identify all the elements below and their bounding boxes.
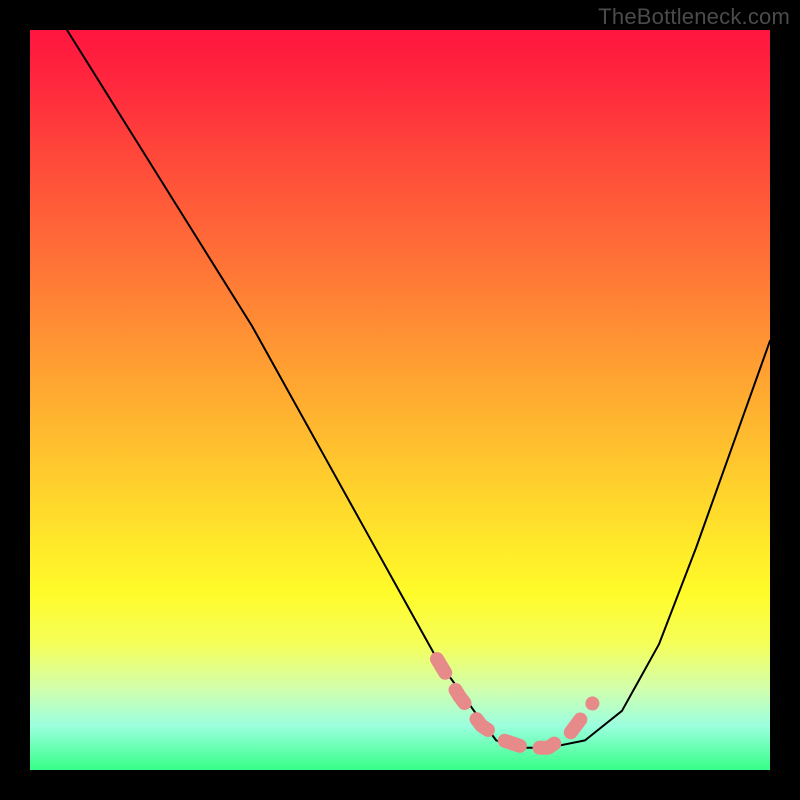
optimal-zone-highlight	[437, 659, 592, 748]
plot-area	[30, 30, 770, 770]
bottleneck-curve	[67, 30, 770, 748]
curve-layer	[30, 30, 770, 770]
watermark-text: TheBottleneck.com	[598, 4, 790, 30]
chart-canvas: TheBottleneck.com	[0, 0, 800, 800]
